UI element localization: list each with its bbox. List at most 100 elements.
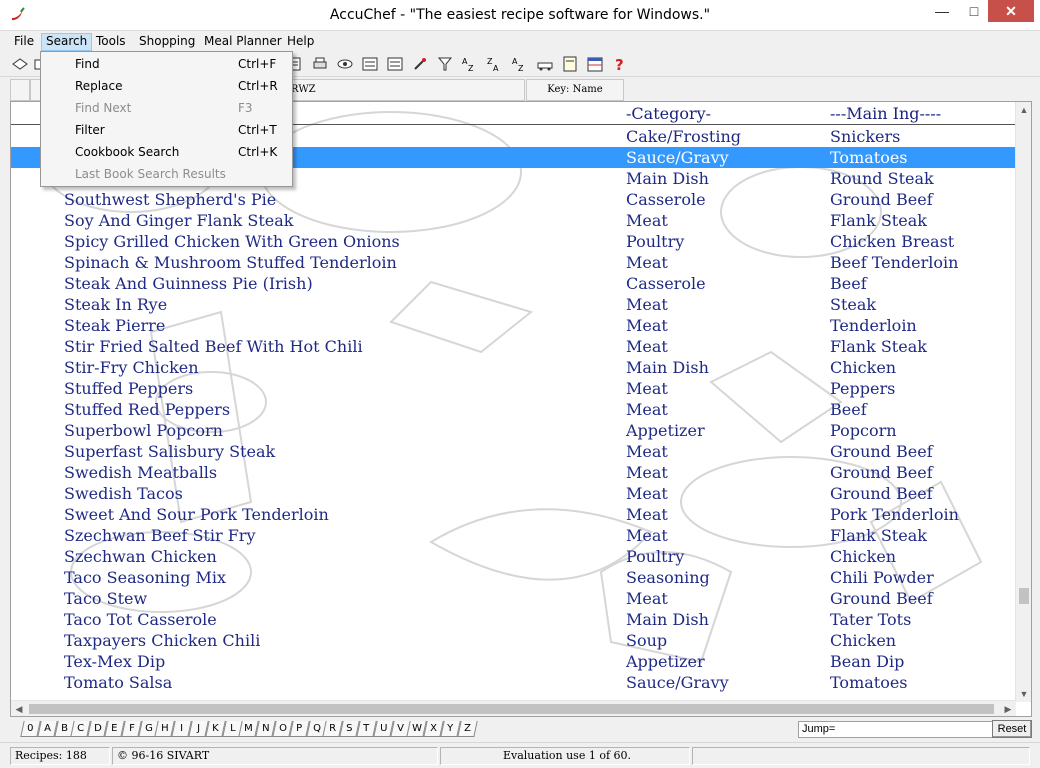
recipe-ingredient-cell: Peppers [830, 379, 896, 398]
menu-help[interactable]: Help [283, 33, 318, 51]
search-menu-item[interactable]: Filter Ctrl+T [41, 119, 292, 141]
recipe-ingredient-cell: Tomatoes [830, 148, 908, 167]
menu-tools[interactable]: Tools [92, 33, 130, 51]
maximize-button[interactable]: □ [960, 0, 988, 22]
recipe-category-cell: Meat [626, 400, 668, 419]
menu-file[interactable]: File [10, 33, 38, 51]
recipe-category-cell: Meat [626, 526, 668, 545]
recipe-row[interactable]: Southwest Shepherd's Pie Casserole Ground … [11, 189, 1016, 210]
minimize-button[interactable]: — [928, 0, 956, 22]
filter-icon[interactable] [435, 54, 455, 74]
search-menu-item[interactable]: Find Ctrl+F [41, 53, 292, 75]
recipe-row[interactable]: Sweet And Sour Pork Tenderloin Meat Pork T… [11, 504, 1016, 525]
recipe-row[interactable]: Steak And Guinness Pie (Irish) Casserole B… [11, 273, 1016, 294]
menu-item-label: Filter [75, 123, 105, 137]
calendar-icon[interactable] [585, 54, 605, 74]
recipe-category-cell: Meat [626, 484, 668, 503]
recipe-row[interactable]: Szechwan Chicken Poultry Chicken [11, 546, 1016, 567]
svg-text:A: A [493, 64, 499, 73]
recipe-row[interactable]: Steak In Rye Meat Steak [11, 294, 1016, 315]
recipe-ingredient-cell: Bean Dip [830, 652, 905, 671]
recipe-ingredient-cell: Beef [830, 400, 867, 419]
scroll-right-arrow[interactable]: ▶ [1000, 701, 1016, 716]
recipe-ingredient-cell: Beef [830, 274, 867, 293]
menu-item-shortcut: F3 [238, 101, 253, 115]
close-button[interactable]: ✕ [988, 0, 1034, 22]
jump-field[interactable]: Jump= [798, 721, 998, 738]
recipe-ingredient-cell: Popcorn [830, 421, 897, 440]
category-column-header[interactable]: -Category- [626, 104, 711, 123]
sort-az-icon[interactable]: AZ [510, 54, 530, 74]
recipe-name-cell: Steak Pierre [64, 316, 166, 335]
search-menu-item[interactable]: Cookbook Search Ctrl+K [41, 141, 292, 163]
pen-icon[interactable] [410, 54, 430, 74]
recipe-row[interactable]: Stuffed Red Peppers Meat Beef [11, 399, 1016, 420]
svg-text:?: ? [615, 56, 624, 74]
recipe-row[interactable]: Swedish Meatballs Meat Ground Beef [11, 462, 1016, 483]
recipe-category-cell: Poultry [626, 232, 685, 251]
recipe-row[interactable]: Taxpayers Chicken Chili Soup Chicken [11, 630, 1016, 651]
note-icon[interactable] [560, 54, 580, 74]
recipe-name-cell: Taco Stew [64, 589, 148, 608]
recipe-category-cell: Soup [626, 631, 668, 650]
list-icon[interactable] [385, 54, 405, 74]
eye-icon[interactable] [335, 54, 355, 74]
letter-tab-label: L [229, 723, 235, 734]
reset-button[interactable]: Reset [992, 720, 1032, 738]
scroll-up-arrow[interactable]: ▲ [1016, 102, 1031, 118]
sort-az-icon[interactable]: AZ [460, 54, 480, 74]
search-menu-item[interactable]: Replace Ctrl+R [41, 75, 292, 97]
recipe-name-cell: Tomato Salsa [64, 673, 173, 692]
recipe-list[interactable]: -Category- ---Main Ing---- Cake/Frosting… [10, 101, 1032, 717]
letter-tab[interactable]: Z [457, 721, 478, 737]
vertical-scroll-thumb[interactable] [1019, 588, 1029, 604]
recipe-name-cell: Spinach & Mushroom Stuffed Tenderloin [64, 253, 397, 272]
recipe-row[interactable]: Spicy Grilled Chicken With Green Onions P… [11, 231, 1016, 252]
alphabet-bar: 0ABCDEFGHI JKLMNOPQRSTUVWXYZ Jump= Reset [10, 719, 1032, 739]
list-icon[interactable] [360, 54, 380, 74]
recipe-row[interactable]: Tex-Mex Dip Appetizer Bean Dip [11, 651, 1016, 672]
main-ingredient-column-header[interactable]: ---Main Ing---- [830, 104, 941, 123]
recipe-row[interactable]: Swedish Tacos Meat Ground Beef [11, 483, 1016, 504]
letter-tab-label: Z [463, 723, 471, 734]
recipe-row[interactable]: Spinach & Mushroom Stuffed Tenderloin Mea… [11, 252, 1016, 273]
horizontal-scrollbar[interactable]: ◀ ▶ [11, 700, 1016, 716]
recipe-row[interactable]: Taco Stew Meat Ground Beef [11, 588, 1016, 609]
recipe-category-cell: Meat [626, 442, 668, 461]
letter-tab-label: I [180, 723, 184, 734]
recipe-row[interactable]: Superbowl Popcorn Appetizer Popcorn [11, 420, 1016, 441]
recipe-row[interactable]: Soy And Ginger Flank Steak Meat Flank Stea… [11, 210, 1016, 231]
sort-key-header[interactable]: Key: Name [526, 79, 624, 101]
recipe-name-cell: Steak In Rye [64, 295, 168, 314]
menu-shopping[interactable]: Shopping [135, 33, 199, 51]
recipe-category-cell: Appetizer [626, 652, 705, 671]
recipe-ingredient-cell: Chili Powder [830, 568, 934, 587]
scroll-down-arrow[interactable]: ▼ [1016, 686, 1031, 702]
menu-item-shortcut: Ctrl+K [238, 145, 278, 159]
horizontal-scroll-thumb[interactable] [29, 704, 994, 714]
recipe-name-cell: Soy And Ginger Flank Steak [64, 211, 294, 230]
menu-meal-planner[interactable]: Meal Planner [200, 33, 286, 51]
car-icon[interactable] [535, 54, 555, 74]
scroll-left-arrow[interactable]: ◀ [11, 701, 27, 716]
print-icon[interactable] [310, 54, 330, 74]
recipe-row[interactable]: Stir Fried Salted Beef With Hot Chili Mea… [11, 336, 1016, 357]
sort-za-icon[interactable]: ZA [485, 54, 505, 74]
recipe-row[interactable]: Taco Tot Casserole Main Dish Tater Tots [11, 609, 1016, 630]
recipe-row[interactable]: Steak Pierre Meat Tenderloin [11, 315, 1016, 336]
recipe-category-cell: Sauce/Gravy [626, 673, 729, 692]
search-menu-dropdown: Find Ctrl+F Replace Ctrl+R Find Next F3 Filter… [40, 51, 293, 187]
recipe-row[interactable]: Szechwan Beef Stir Fry Meat Flank Steak [11, 525, 1016, 546]
recipe-row[interactable]: Stuffed Peppers Meat Peppers [11, 378, 1016, 399]
vertical-scrollbar[interactable]: ▲ ▼ [1015, 102, 1031, 702]
recipe-row[interactable]: Superfast Salisbury Steak Meat Ground Beef [11, 441, 1016, 462]
recipe-row[interactable]: Stir-Fry Chicken Main Dish Chicken [11, 357, 1016, 378]
menu-search[interactable]: Search [41, 33, 93, 51]
help-icon[interactable]: ? [610, 54, 630, 74]
copyright-text: © 96-16 SIVART [112, 747, 438, 765]
recipe-row[interactable]: Tomato Salsa Sauce/Gravy Tomatoes [11, 672, 1016, 693]
open-book-icon[interactable] [10, 54, 30, 74]
recipe-category-cell: Casserole [626, 190, 706, 209]
recipe-ingredient-cell: Chicken [830, 631, 897, 650]
recipe-row[interactable]: Taco Seasoning Mix Seasoning Chili Powder [11, 567, 1016, 588]
